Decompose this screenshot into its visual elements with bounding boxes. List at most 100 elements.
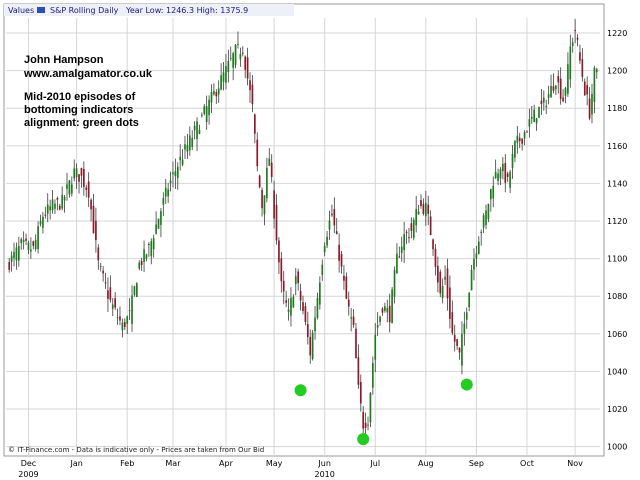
candle-body — [148, 244, 150, 246]
x-tick-label: Dec — [21, 459, 36, 468]
candle-body — [133, 286, 136, 295]
candle-body — [109, 287, 112, 300]
candle-body — [434, 248, 437, 267]
candle-body — [516, 135, 519, 143]
candle-body — [371, 363, 374, 388]
candle-body — [253, 114, 256, 134]
candle-body — [17, 245, 20, 261]
candle-body — [528, 119, 531, 127]
chart-frame: 1000 1020 1040 1060 1080 1100 1120 1140 1160 1180… — [0, 0, 640, 480]
candle-body — [246, 57, 249, 79]
chart-svg: 1000 1020 1040 1060 1080 1100 1120 1140 1160 1180… — [0, 0, 640, 480]
candle-body — [123, 322, 126, 328]
candle-body — [552, 86, 555, 91]
candle-body — [302, 302, 304, 311]
candle-body — [49, 206, 51, 211]
candle-body — [514, 140, 516, 158]
candle-body — [167, 189, 169, 197]
candle-body — [92, 205, 95, 234]
candle-body — [533, 109, 536, 122]
footer-disclaimer: © IT-Finance.com - Data is indicative on… — [8, 446, 264, 454]
candle-body — [215, 92, 218, 97]
candle-body — [429, 216, 432, 236]
candle-body — [63, 196, 66, 201]
candle-body — [22, 239, 25, 242]
candle-body — [95, 220, 97, 241]
note-line-3: alignment: green dots — [24, 117, 139, 129]
candle-body — [427, 204, 430, 214]
candle-body — [54, 203, 56, 209]
candle-body — [249, 80, 251, 91]
candle-body — [463, 323, 466, 334]
candle-body — [111, 304, 114, 309]
candle-body — [588, 98, 591, 119]
candle-body — [294, 276, 297, 285]
candle-body — [475, 253, 478, 259]
y-tick-label: 1180 — [607, 104, 627, 113]
candle-body — [251, 84, 254, 105]
candle-body — [244, 56, 247, 70]
candle-body — [331, 213, 333, 216]
candle-body — [489, 189, 492, 200]
candle-body — [391, 289, 393, 324]
candle-body — [494, 171, 497, 179]
candle-body — [116, 317, 119, 319]
candle-body — [458, 347, 461, 353]
candle-body — [287, 309, 290, 312]
x-tick-label: Jun — [317, 459, 331, 468]
candle-body — [367, 424, 369, 426]
candle-body — [581, 59, 584, 77]
candle-body — [196, 121, 198, 139]
candle-body — [386, 307, 389, 313]
candle-body — [319, 282, 321, 305]
candle-body — [73, 168, 76, 179]
candle-body — [222, 72, 225, 82]
candle-body — [591, 93, 593, 115]
candle-body — [538, 106, 540, 118]
candle-body — [263, 195, 266, 215]
candle-body — [480, 231, 483, 233]
candle-body — [256, 139, 259, 167]
x-tick-label: Nov — [567, 459, 583, 468]
candle-body — [453, 334, 456, 342]
x-tick-label: Jan — [69, 459, 82, 468]
candle-body — [44, 214, 47, 216]
candle-body — [275, 204, 278, 241]
candle-body — [234, 44, 237, 65]
candle-body — [316, 297, 319, 318]
candle-body — [343, 275, 345, 281]
candle-body — [504, 163, 507, 183]
candle-body — [574, 29, 576, 31]
candle-body — [352, 316, 355, 325]
candle-body — [521, 138, 523, 144]
candle-body — [208, 99, 210, 116]
candle-body — [191, 138, 194, 148]
candle-body — [526, 131, 528, 133]
candle-body — [157, 218, 160, 229]
candle-body — [85, 187, 88, 191]
year-label: 2009 — [18, 470, 38, 479]
y-tick-label: 1040 — [607, 367, 627, 376]
author-name: John Hampson — [24, 54, 104, 66]
candle-body — [169, 180, 172, 184]
candle-body — [415, 209, 418, 226]
candle-body — [131, 295, 133, 324]
candle-body — [405, 231, 408, 233]
candle-body — [473, 258, 475, 270]
candle-body — [20, 239, 23, 244]
candle-body — [323, 245, 326, 253]
candle-body — [114, 298, 117, 308]
candle-body — [90, 199, 92, 210]
candle-body — [540, 100, 543, 105]
author-website: www.amalgamator.co.uk — [23, 68, 153, 80]
candle-body — [314, 317, 316, 332]
candle-body — [523, 132, 526, 139]
candle-body — [482, 215, 485, 228]
candle-body — [564, 87, 567, 96]
candle-body — [138, 262, 141, 269]
candle-body — [359, 381, 362, 404]
candle-body — [355, 328, 357, 359]
candle-body — [10, 255, 13, 262]
candle-body — [468, 292, 471, 308]
candle-body — [75, 168, 78, 178]
